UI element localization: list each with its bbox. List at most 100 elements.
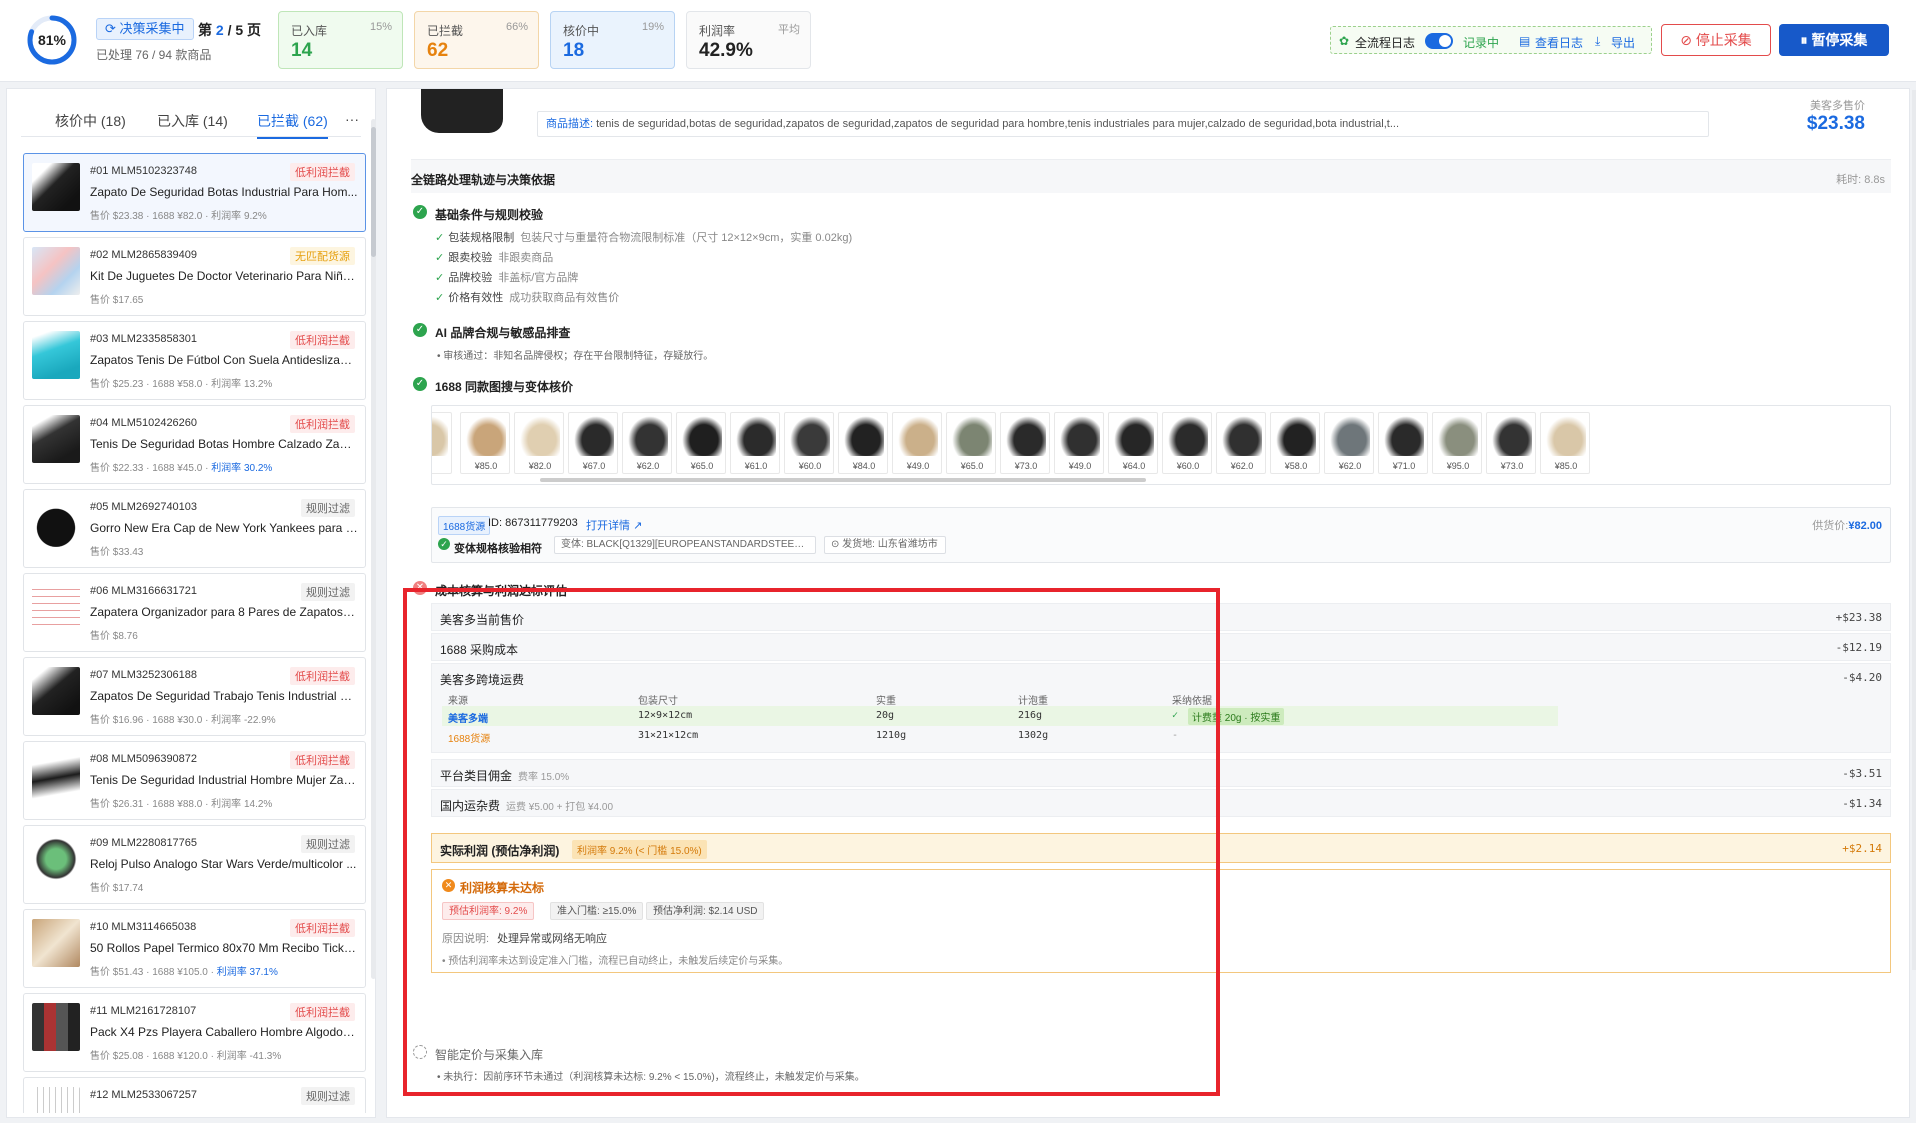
error-circle-icon: ✕ <box>413 581 427 595</box>
profit-warning: ✕ 利润核算未达标 预估利润率: 9.2% 准入门槛: ≥15.0% 预估净利润… <box>431 869 1891 973</box>
product-thumbnail <box>32 247 80 295</box>
product-list-panel: 核价中 (18) 已入库 (14) 已拦截 (62) ··· #01 MLM51… <box>6 88 376 1118</box>
variant-thumbnail[interactable]: ¥65.0 <box>946 412 996 474</box>
variant-chip: 变体: BLACK[Q1329][EUROPEANSTANDARDSTEELHE… <box>554 536 816 554</box>
variant-thumbnail[interactable]: ¥49.0 <box>1054 412 1104 474</box>
variant-thumbnail[interactable]: ¥85.0 <box>1540 412 1590 474</box>
page-indicator: 第 2 / 5 页 <box>198 22 262 38</box>
variant-image <box>1438 416 1478 456</box>
variant-thumbnail[interactable]: ¥62.0 <box>1324 412 1374 474</box>
variant-thumbnail[interactable]: ¥49.0 <box>892 412 942 474</box>
check-circle-icon: ✓ <box>413 323 427 337</box>
tab-pricing[interactable]: 核价中 (18) <box>55 111 126 131</box>
check-circle-icon: ✓ <box>438 538 450 550</box>
view-log-link[interactable]: 查看日志 <box>1535 34 1583 51</box>
detail-scrollbar[interactable] <box>1912 90 1916 970</box>
collect-status-badge: ⟳ 决策采集中 <box>96 18 194 40</box>
variant-thumbnail[interactable]: ¥95.0 <box>1432 412 1482 474</box>
pause-button[interactable]: ⏸ 暂停采集 <box>1779 24 1889 56</box>
variant-image <box>1222 416 1262 456</box>
check-icon: ✓ <box>1172 710 1179 721</box>
reason: 原因说明: 处理异常或网络无响应 <box>442 933 608 945</box>
cost-row: 平台类目佣金 费率 15.0% -$3.51 <box>431 759 1891 787</box>
variant-thumbnail[interactable]: ¥67.0 <box>568 412 618 474</box>
product-thumbnail <box>32 415 80 463</box>
variant-price: ¥49.0 <box>1068 461 1092 471</box>
list-item[interactable]: #11 MLM2161728107 低利润拦截 Pack X4 Pzs Player… <box>23 993 366 1072</box>
source-box: 1688货源 ID: 867311779203 打开详情 ↗ 供货价:¥82.0… <box>431 507 1891 563</box>
variant-image <box>844 416 884 456</box>
variant-image <box>1546 416 1586 456</box>
list-item[interactable]: #07 MLM3252306188 低利润拦截 Zapatos De Segurid… <box>23 657 366 736</box>
list-item[interactable]: #08 MLM5096390872 低利润拦截 Tenis De Seguridad… <box>23 741 366 820</box>
product-image <box>421 89 503 133</box>
table-row: 美客多端 12×9×12cm 20g 216g ✓ 计费重 20g · 按实重 <box>442 706 1558 726</box>
status-badge: 低利润拦截 <box>290 751 355 769</box>
variant-price: ¥62.0 <box>1230 461 1254 471</box>
variant-image <box>790 416 830 456</box>
list-item[interactable]: #03 MLM2335858301 低利润拦截 Zapatos Tenis De F… <box>23 321 366 400</box>
strip-scrollbar[interactable] <box>540 478 1146 482</box>
open-detail-link[interactable]: 打开详情 ↗ <box>586 517 642 533</box>
variant-image <box>952 416 992 456</box>
variant-price: ¥65.0 <box>960 461 984 471</box>
tab-blocked[interactable]: 已拦截 (62) <box>257 111 328 139</box>
variant-thumbnail[interactable]: ¥84.0 <box>838 412 888 474</box>
list-item[interactable]: #01 MLM5102323748 低利润拦截 Zapato De Segurida… <box>23 153 366 232</box>
list-item[interactable]: #10 MLM3114665038 低利润拦截 50 Rollos Papel Te… <box>23 909 366 988</box>
variant-thumbnail[interactable]: ¥60.0 <box>784 412 834 474</box>
list-scrollbar[interactable] <box>371 119 376 979</box>
list-item[interactable]: #09 MLM2280817765 规则过滤 Reloj Pulso Analogo… <box>23 825 366 904</box>
product-description: 商品描述: tenis de seguridad,botas de seguri… <box>537 111 1709 137</box>
list-item[interactable]: #04 MLM5102426260 低利润拦截 Tenis De Seguridad… <box>23 405 366 484</box>
product-thumbnail <box>32 751 80 799</box>
tabs-more-button[interactable]: ··· <box>345 111 359 127</box>
pending-icon <box>413 1045 427 1059</box>
list-item[interactable]: #05 MLM2692740103 规则过滤 Gorro New Era Cap d… <box>23 489 366 568</box>
variant-thumbnail[interactable]: ¥64.0 <box>1108 412 1158 474</box>
stop-button[interactable]: ⊘ 停止采集 <box>1661 24 1771 56</box>
variant-image <box>1492 416 1532 456</box>
variant-thumbnail[interactable]: ¥61.0 <box>730 412 780 474</box>
product-list: #01 MLM5102323748 低利润拦截 Zapato De Segurida… <box>23 153 373 1113</box>
check-item: ✓ 品牌校验 非盖标/官方品牌 <box>435 272 579 284</box>
variant-image-strip[interactable]: 0 ¥85.0 ¥82.0 ¥67.0 ¥62.0 ¥65.0 ¥61.0 ¥60.0 ¥84.… <box>431 405 1891 485</box>
stat-margin: 利润率 平均 42.9% <box>686 11 811 69</box>
check-icon: ✓ <box>435 292 445 304</box>
log-label: 全流程日志 <box>1355 36 1416 50</box>
variant-thumbnail[interactable]: ¥65.0 <box>676 412 726 474</box>
stat-stored[interactable]: 已入库 15% 14 <box>278 11 403 69</box>
variant-thumbnail[interactable]: ¥85.0 <box>460 412 510 474</box>
variant-thumbnail[interactable]: ¥62.0 <box>622 412 672 474</box>
tab-stored[interactable]: 已入库 (14) <box>157 111 228 131</box>
variant-thumbnail[interactable]: ¥62.0 <box>1216 412 1266 474</box>
log-toggle[interactable] <box>1425 33 1453 49</box>
shipping-block: 美客多跨境运费 -$4.20 来源 包装尺寸 实重 计泡重 采纳依据 美客多端 … <box>431 663 1891 753</box>
variant-thumbnail[interactable]: ¥71.0 <box>1378 412 1428 474</box>
list-item[interactable]: #02 MLM2865839409 无匹配货源 Kit De Juguetes De… <box>23 237 366 316</box>
warning-title: 利润核算未达标 <box>460 881 545 895</box>
variant-match: 变体规格核验相符 <box>454 543 542 555</box>
stat-pricing[interactable]: 核价中 19% 18 <box>550 11 675 69</box>
variant-thumbnail[interactable]: 0 <box>432 412 452 474</box>
list-item[interactable]: #06 MLM3166631721 规则过滤 Zapatera Organizado… <box>23 573 366 652</box>
variant-thumbnail[interactable]: ¥60.0 <box>1162 412 1212 474</box>
check-icon: ✓ <box>435 252 445 264</box>
list-item[interactable]: #12 MLM2533067257 规则过滤 <box>23 1077 366 1113</box>
variant-thumbnail[interactable]: ¥82.0 <box>514 412 564 474</box>
variant-thumbnail[interactable]: ¥73.0 <box>1486 412 1536 474</box>
ai-note: • 审核通过：非知名品牌侵权；存在平台限制特征，存疑放行。 <box>437 351 714 362</box>
stat-blocked[interactable]: 已拦截 66% 62 <box>414 11 539 69</box>
check-circle-icon: ✓ <box>413 205 427 219</box>
variant-image <box>466 416 506 456</box>
variant-price: ¥95.0 <box>1446 461 1470 471</box>
variant-image <box>1060 416 1100 456</box>
variant-thumbnail[interactable]: ¥73.0 <box>1000 412 1050 474</box>
export-link[interactable]: 导出 <box>1611 34 1635 51</box>
table-row: 1688货源 31×21×12cm 1210g 1302g - <box>448 730 1179 745</box>
variant-thumbnail[interactable]: ¥58.0 <box>1270 412 1320 474</box>
variant-price: ¥62.0 <box>1338 461 1362 471</box>
processed-count: 已处理 76 / 94 款商品 <box>96 48 212 62</box>
variant-image <box>1330 416 1370 456</box>
variant-image <box>574 416 614 456</box>
